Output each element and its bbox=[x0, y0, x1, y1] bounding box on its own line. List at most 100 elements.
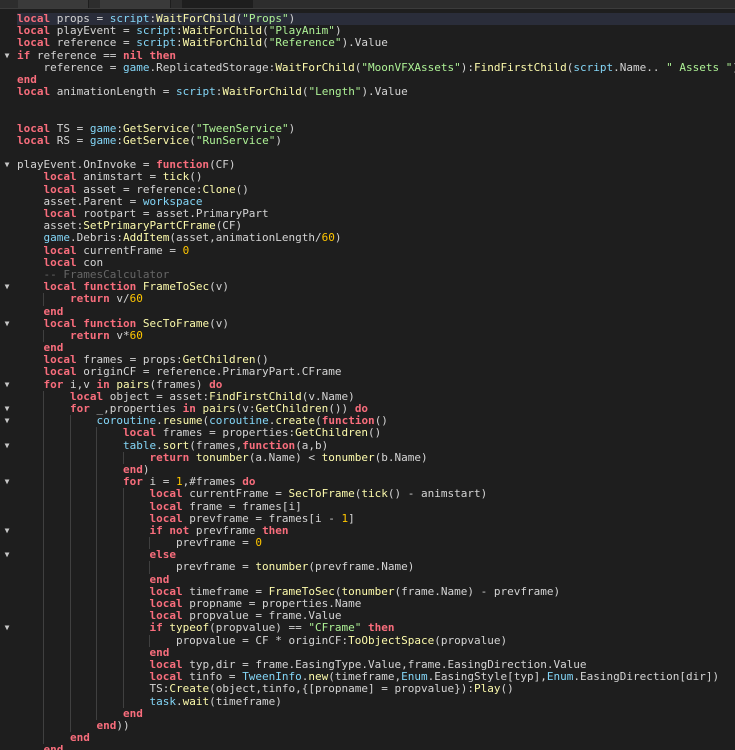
code-token: asset: bbox=[17, 219, 84, 233]
code-token: "Reference" bbox=[268, 36, 342, 50]
code-token: for bbox=[43, 377, 64, 391]
fold-arrow-icon[interactable]: ▼ bbox=[2, 319, 12, 329]
code-token: (frames, bbox=[189, 438, 243, 452]
code-token: local bbox=[122, 426, 157, 440]
code-token: (b.Name) bbox=[374, 450, 428, 464]
code-token: .ReplicatedStorage: bbox=[149, 60, 276, 74]
code-line[interactable]: return v*60 bbox=[17, 328, 735, 343]
tab-1[interactable] bbox=[18, 0, 89, 8]
code-token: .EasingStyle[typ], bbox=[427, 670, 547, 684]
fold-arrow-icon[interactable]: ▼ bbox=[2, 550, 12, 560]
code-token: local bbox=[17, 133, 51, 147]
code-token: ( bbox=[315, 414, 322, 428]
code-token: end bbox=[122, 462, 143, 476]
code-line[interactable] bbox=[17, 98, 735, 110]
code-token: rootpart = asset.PrimaryPart bbox=[76, 207, 269, 220]
code-token: (a,b) bbox=[295, 438, 329, 452]
code-line[interactable]: end bbox=[17, 731, 735, 745]
fold-arrow-icon[interactable]: ▼ bbox=[2, 51, 12, 61]
fold-arrow-icon[interactable]: ▼ bbox=[2, 623, 12, 633]
code-line[interactable]: local RS = game:GetService("RunService") bbox=[17, 133, 735, 147]
code-token: SetPrimaryPartCFrame bbox=[83, 219, 216, 233]
script-editor[interactable]: local props = script:WaitForChild("Props… bbox=[0, 9, 735, 750]
code-token: GetChildren bbox=[182, 353, 256, 367]
code-token: Play bbox=[473, 682, 501, 696]
code-line[interactable]: end bbox=[17, 744, 735, 750]
fold-arrow-icon[interactable]: ▼ bbox=[2, 404, 12, 414]
code-token: _,properties bbox=[89, 402, 183, 415]
code-token: AddItem bbox=[122, 231, 170, 245]
code-token: end bbox=[69, 731, 90, 745]
tab-2[interactable] bbox=[100, 0, 171, 8]
fold-arrow-icon[interactable]: ▼ bbox=[2, 441, 12, 451]
code-token: TweenInfo bbox=[242, 670, 302, 684]
code-token: ): bbox=[460, 60, 475, 74]
code-token: GetChildren bbox=[255, 402, 329, 415]
code-token: ToObjectSpace bbox=[348, 633, 435, 647]
code-token: task bbox=[149, 694, 176, 708]
code-token: "Props" bbox=[242, 12, 289, 25]
code-token: "Length" bbox=[308, 85, 362, 99]
code-token: () bbox=[500, 682, 514, 696]
code-line[interactable]: local animationLength = script:WaitForCh… bbox=[17, 86, 735, 98]
fold-arrow-icon[interactable]: ▼ bbox=[2, 416, 12, 426]
code-token: ( bbox=[189, 121, 196, 135]
code-token: ] bbox=[348, 511, 355, 525]
code-token: return bbox=[69, 292, 110, 306]
code-token: prevframe = bbox=[17, 560, 256, 574]
code-token: (propvalue) bbox=[434, 633, 508, 647]
fold-arrow-icon[interactable]: ▼ bbox=[2, 160, 12, 170]
code-token: props = bbox=[50, 12, 110, 25]
code-token: local bbox=[43, 170, 77, 184]
code-token: " Assets " bbox=[666, 60, 733, 74]
code-token: FrameToSec bbox=[142, 280, 210, 294]
code-token: coroutine bbox=[209, 414, 269, 428]
code-token: (timeframe) bbox=[209, 694, 282, 708]
code-token: for bbox=[69, 402, 90, 415]
code-token: end bbox=[149, 645, 170, 659]
code-token: local bbox=[149, 499, 183, 513]
tab-3-active[interactable] bbox=[182, 0, 253, 8]
code-token: GetChildren bbox=[295, 426, 369, 440]
code-line[interactable]: return v/60 bbox=[17, 292, 735, 306]
code-token: Create bbox=[169, 682, 210, 696]
code-token: FindFirstChild bbox=[474, 60, 567, 74]
code-token: ) bbox=[334, 231, 342, 245]
code-token: game bbox=[89, 121, 117, 135]
code-token: () bbox=[368, 426, 382, 440]
code-token: resume bbox=[162, 414, 203, 428]
code-token: 60 bbox=[129, 328, 143, 342]
fold-arrow-icon[interactable]: ▼ bbox=[2, 380, 12, 390]
code-token: else bbox=[149, 548, 176, 562]
code-token: then bbox=[368, 621, 395, 635]
code-token: playEvent.OnInvoke = bbox=[17, 158, 157, 172]
code-token: timeframe = bbox=[182, 584, 269, 598]
fold-arrow-icon[interactable]: ▼ bbox=[2, 477, 12, 487]
code-token: wait bbox=[182, 694, 210, 708]
code-area[interactable]: local props = script:WaitForChild("Props… bbox=[5, 12, 735, 750]
code-token: (v: bbox=[235, 402, 256, 415]
code-token: local bbox=[43, 207, 77, 220]
code-token: (a.Name) < bbox=[248, 450, 322, 464]
code-token: animationLength = bbox=[50, 85, 176, 99]
code-line[interactable]: local currentFrame = 0 bbox=[17, 244, 735, 257]
code-line[interactable]: end)) bbox=[17, 719, 735, 733]
code-token: function bbox=[242, 438, 296, 452]
code-token: return bbox=[149, 450, 190, 464]
code-line[interactable]: reference = game.ReplicatedStorage:WaitF… bbox=[17, 60, 735, 74]
fold-arrow-icon[interactable]: ▼ bbox=[2, 282, 12, 292]
code-token: : bbox=[116, 133, 123, 147]
fold-arrow-icon[interactable]: ▼ bbox=[2, 526, 12, 536]
code-token: reference = bbox=[17, 60, 123, 74]
